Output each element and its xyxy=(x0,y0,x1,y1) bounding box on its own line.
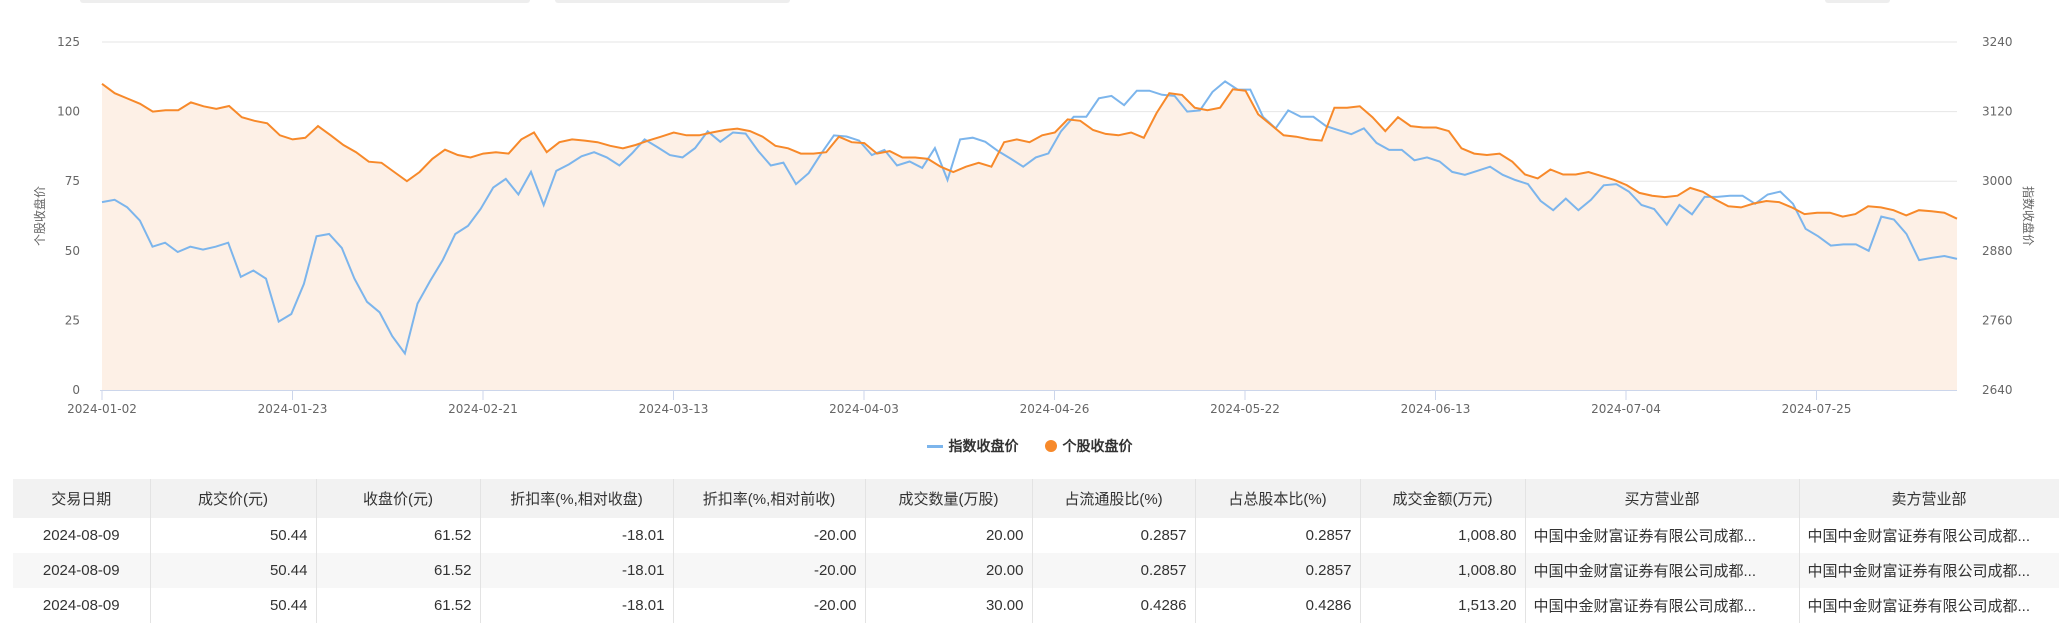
x-axis-tick-label: 2024-01-23 xyxy=(258,402,328,416)
column-header[interactable]: 成交价(元) xyxy=(150,479,317,518)
column-header[interactable]: 买方营业部 xyxy=(1525,479,1800,518)
table-cell: 61.52 xyxy=(316,518,481,553)
column-header[interactable]: 折扣率(%,相对收盘) xyxy=(480,479,674,518)
column-header[interactable]: 成交金额(万元) xyxy=(1360,479,1526,518)
table-cell: -20.00 xyxy=(673,588,866,623)
legend-item-index[interactable]: 指数收盘价 xyxy=(926,436,1019,456)
table-cell: 中国中金财富证券有限公司成都... xyxy=(1799,518,2059,553)
table-cell: -20.00 xyxy=(673,518,866,553)
table-cell: 20.00 xyxy=(865,553,1033,588)
table-cell: 0.2857 xyxy=(1032,553,1196,588)
column-header[interactable]: 卖方营业部 xyxy=(1799,479,2059,518)
x-axis-tick-label: 2024-07-04 xyxy=(1591,402,1661,416)
chart-legend: 指数收盘价 个股收盘价 xyxy=(0,436,2059,456)
right-axis-tick-label: 3000 xyxy=(1982,174,2013,188)
legend-label: 个股收盘价 xyxy=(1062,439,1133,455)
table-cell: 中国中金财富证券有限公司成都... xyxy=(1525,588,1800,623)
x-axis-tick-label: 2024-03-13 xyxy=(639,402,709,416)
table-cell: 30.00 xyxy=(865,588,1033,623)
table-cell: 2024-08-09 xyxy=(13,553,151,588)
column-header[interactable]: 成交数量(万股) xyxy=(865,479,1033,518)
table-cell: -18.01 xyxy=(480,588,674,623)
block-trade-table: 交易日期 成交价(元) 收盘价(元) 折扣率(%,相对收盘) 折扣率(%,相对前… xyxy=(13,479,2059,623)
price-comparison-chart: 0 2640 25 2760 50 2880 75 3000 100 3120 125 3240 202… xyxy=(32,35,2036,416)
table-cell: -18.01 xyxy=(480,518,674,553)
column-header[interactable]: 收盘价(元) xyxy=(316,479,481,518)
right-axis-tick-label: 2880 xyxy=(1982,244,2013,258)
left-axis-tick-label: 75 xyxy=(65,174,80,188)
column-header[interactable]: 占总股本比(%) xyxy=(1195,479,1361,518)
table-cell: 2024-08-09 xyxy=(13,588,151,623)
table-cell: 1,513.20 xyxy=(1360,588,1526,623)
left-axis-tick-label: 125 xyxy=(57,35,80,49)
table-header-row: 交易日期 成交价(元) 收盘价(元) 折扣率(%,相对收盘) 折扣率(%,相对前… xyxy=(13,479,2059,518)
x-axis-tick-label: 2024-06-13 xyxy=(1401,402,1471,416)
left-axis-tick-label: 50 xyxy=(65,244,80,258)
table-cell: -18.01 xyxy=(480,553,674,588)
table-cell: 中国中金财富证券有限公司成都... xyxy=(1799,588,2059,623)
x-axis-tick-label: 2024-01-02 xyxy=(67,402,137,416)
column-header[interactable]: 交易日期 xyxy=(13,479,151,518)
table-cell: 61.52 xyxy=(316,553,481,588)
right-axis-tick-label: 3240 xyxy=(1982,35,2013,49)
right-axis-tick-label: 2760 xyxy=(1982,313,2013,327)
table-row[interactable]: 2024-08-09 50.44 61.52 -18.01 -20.00 30.00 0.4… xyxy=(13,588,2059,623)
left-axis-tick-label: 25 xyxy=(65,313,80,327)
right-axis-title: 指数收盘价 xyxy=(2021,186,2036,246)
column-header[interactable]: 折扣率(%,相对前收) xyxy=(673,479,866,518)
x-axis-tick-label: 2024-04-26 xyxy=(1020,402,1090,416)
right-axis-tick-label: 2640 xyxy=(1982,383,2013,397)
table-cell: -20.00 xyxy=(673,553,866,588)
table-cell: 50.44 xyxy=(150,553,317,588)
x-axis-tick-label: 2024-07-25 xyxy=(1782,402,1852,416)
right-axis-tick-label: 3120 xyxy=(1982,105,2013,119)
left-axis-tick-label: 100 xyxy=(57,105,80,119)
table-row[interactable]: 2024-08-09 50.44 61.52 -18.01 -20.00 20.00 0.2… xyxy=(13,518,2059,553)
table-cell: 61.52 xyxy=(316,588,481,623)
table-cell: 50.44 xyxy=(150,518,317,553)
table-cell: 中国中金财富证券有限公司成都... xyxy=(1525,518,1800,553)
x-axis-tick-label: 2024-05-22 xyxy=(1210,402,1280,416)
stock-price-area xyxy=(102,83,1957,391)
x-axis-tick-label: 2024-04-03 xyxy=(829,402,899,416)
circle-marker-icon xyxy=(1044,440,1057,452)
table-cell: 中国中金财富证券有限公司成都... xyxy=(1799,553,2059,588)
table-cell: 0.2857 xyxy=(1195,518,1361,553)
legend-item-stock[interactable]: 个股收盘价 xyxy=(1044,436,1133,456)
left-axis-tick-label: 0 xyxy=(72,383,80,397)
table-cell: 0.4286 xyxy=(1032,588,1196,623)
line-marker-icon xyxy=(926,444,943,448)
table-cell: 0.4286 xyxy=(1195,588,1361,623)
table-cell: 0.2857 xyxy=(1032,518,1196,553)
column-header[interactable]: 占流通股比(%) xyxy=(1032,479,1196,518)
table-row[interactable]: 2024-08-09 50.44 61.52 -18.01 -20.00 20.00 0.2… xyxy=(13,553,2059,588)
table-cell: 1,008.80 xyxy=(1360,553,1526,588)
table-cell: 2024-08-09 xyxy=(13,518,151,553)
table-cell: 0.2857 xyxy=(1195,553,1361,588)
table-cell: 50.44 xyxy=(150,588,317,623)
table-cell: 20.00 xyxy=(865,518,1033,553)
x-axis-tick-label: 2024-02-21 xyxy=(448,402,518,416)
left-axis-title: 个股收盘价 xyxy=(32,186,47,246)
legend-label: 指数收盘价 xyxy=(948,439,1019,455)
table-cell: 1,008.80 xyxy=(1360,518,1526,553)
table-cell: 中国中金财富证券有限公司成都... xyxy=(1525,553,1800,588)
